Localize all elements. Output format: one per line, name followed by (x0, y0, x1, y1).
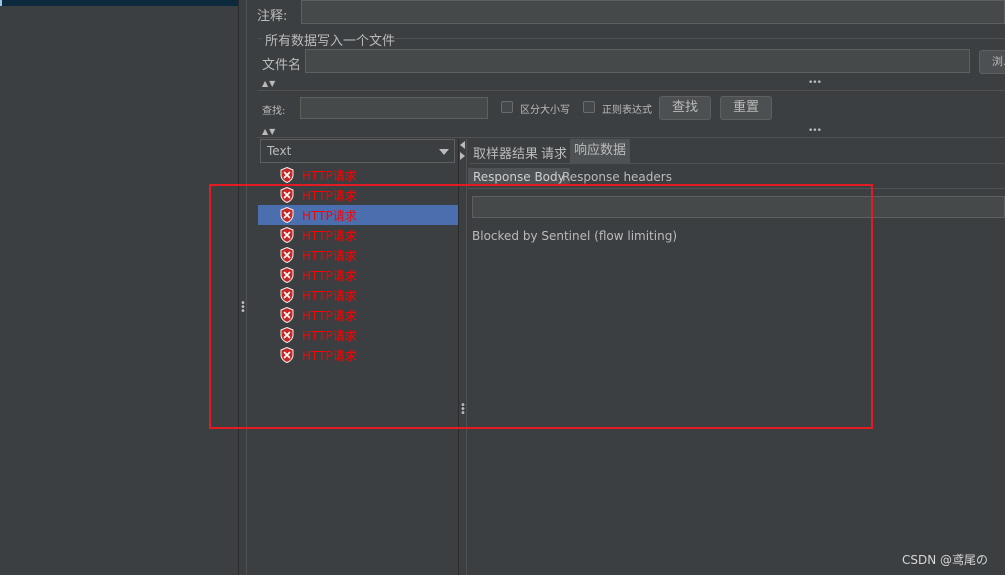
split-bar-2[interactable] (257, 137, 1005, 138)
splitter-dots-icon-2[interactable]: ••• (808, 126, 822, 136)
comment-label: 注释: (257, 9, 288, 24)
selected-tree-node[interactable] (0, 0, 238, 6)
result-row-label: HTTP请求 (302, 249, 357, 263)
split-bar-1[interactable] (257, 90, 1005, 91)
result-row-label: HTTP请求 (302, 329, 357, 343)
result-row[interactable]: HTTP请求 (258, 265, 458, 285)
regex-label: 正则表达式 (602, 105, 652, 116)
tree-node-marker (0, 0, 2, 6)
tab-request[interactable]: 请求 (541, 143, 567, 162)
error-shield-icon (280, 327, 294, 343)
response-search-field[interactable] (472, 196, 1005, 218)
case-sensitive-checkbox[interactable] (501, 101, 513, 113)
error-shield-icon (280, 287, 294, 303)
result-row-label: HTTP请求 (302, 309, 357, 323)
renderer-select[interactable]: Text (260, 139, 455, 163)
result-row-label: HTTP请求 (302, 349, 357, 363)
result-row-label: HTTP请求 (302, 169, 357, 183)
test-plan-tree[interactable] (0, 0, 238, 575)
response-body-text[interactable]: Blocked by Sentinel (flow limiting) (472, 229, 677, 243)
result-row[interactable]: HTTP请求 (258, 305, 458, 325)
result-row[interactable]: HTTP请求 (258, 325, 458, 345)
result-row[interactable]: HTTP请求 (258, 285, 458, 305)
file-section-border (392, 38, 1005, 39)
error-shield-icon (280, 207, 294, 223)
result-row[interactable]: HTTP请求 (258, 185, 458, 205)
result-row-label: HTTP请求 (302, 209, 357, 223)
file-section-border-left (257, 38, 262, 39)
subtab-underline (468, 188, 1005, 189)
result-row[interactable]: HTTP请求 (258, 245, 458, 265)
browse-button[interactable]: 浏... (979, 50, 1005, 74)
error-shield-icon (280, 267, 294, 283)
find-button[interactable]: 查找 (659, 96, 711, 120)
file-section-title: 所有数据写入一个文件 (265, 34, 396, 49)
error-shield-icon (280, 347, 294, 363)
result-row-label: HTTP请求 (302, 229, 357, 243)
result-row[interactable]: HTTP请求 (258, 345, 458, 365)
results-splitter[interactable]: • • • (458, 139, 467, 575)
result-row[interactable]: HTTP请求 (258, 205, 458, 225)
search-label: 查找: (262, 106, 286, 117)
result-row[interactable]: HTTP请求 (258, 165, 458, 185)
collapse-right-icon[interactable] (460, 152, 465, 160)
filename-label: 文件名 (262, 58, 302, 73)
tab-response-body[interactable]: Response Body (468, 168, 570, 186)
regex-checkbox[interactable] (583, 101, 595, 113)
comment-field[interactable] (301, 0, 1005, 24)
tab-response-headers[interactable]: Response headers (562, 170, 672, 184)
main-splitter[interactable]: • • • (238, 0, 247, 575)
results-list: HTTP请求 HTTP请求 HTTP请求 HTTP请求 HTTP请求 HTTP请求 HTTP… (258, 165, 458, 365)
result-row-label: HTTP请求 (302, 189, 357, 203)
case-sensitive-label: 区分大小写 (520, 105, 570, 116)
tab-sampler-result[interactable]: 取样器结果 (473, 143, 538, 162)
error-shield-icon (280, 307, 294, 323)
tab-response-data[interactable]: 响应数据 (570, 139, 631, 163)
splitter-grip-icon-2: • • • (460, 400, 466, 419)
csdn-watermark: CSDN @鸢尾の (902, 553, 989, 567)
filename-field[interactable] (305, 49, 970, 73)
reset-button[interactable]: 重置 (720, 96, 772, 120)
search-input[interactable] (300, 97, 488, 119)
result-row[interactable]: HTTP请求 (258, 225, 458, 245)
collapse-left-icon[interactable] (460, 141, 465, 149)
error-shield-icon (280, 227, 294, 243)
result-row-label: HTTP请求 (302, 289, 357, 303)
error-shield-icon (280, 187, 294, 203)
error-shield-icon (280, 247, 294, 263)
renderer-select-value: Text (267, 144, 292, 158)
splitter-grip-icon: • • • (240, 298, 246, 317)
error-shield-icon (280, 167, 294, 183)
result-row-label: HTTP请求 (302, 269, 357, 283)
chevron-down-icon (439, 149, 449, 155)
collapse-arrows-icon-2[interactable]: ▲▼ (262, 127, 276, 136)
collapse-arrows-icon[interactable]: ▲▼ (262, 79, 276, 88)
splitter-dots-icon[interactable]: ••• (808, 78, 822, 88)
